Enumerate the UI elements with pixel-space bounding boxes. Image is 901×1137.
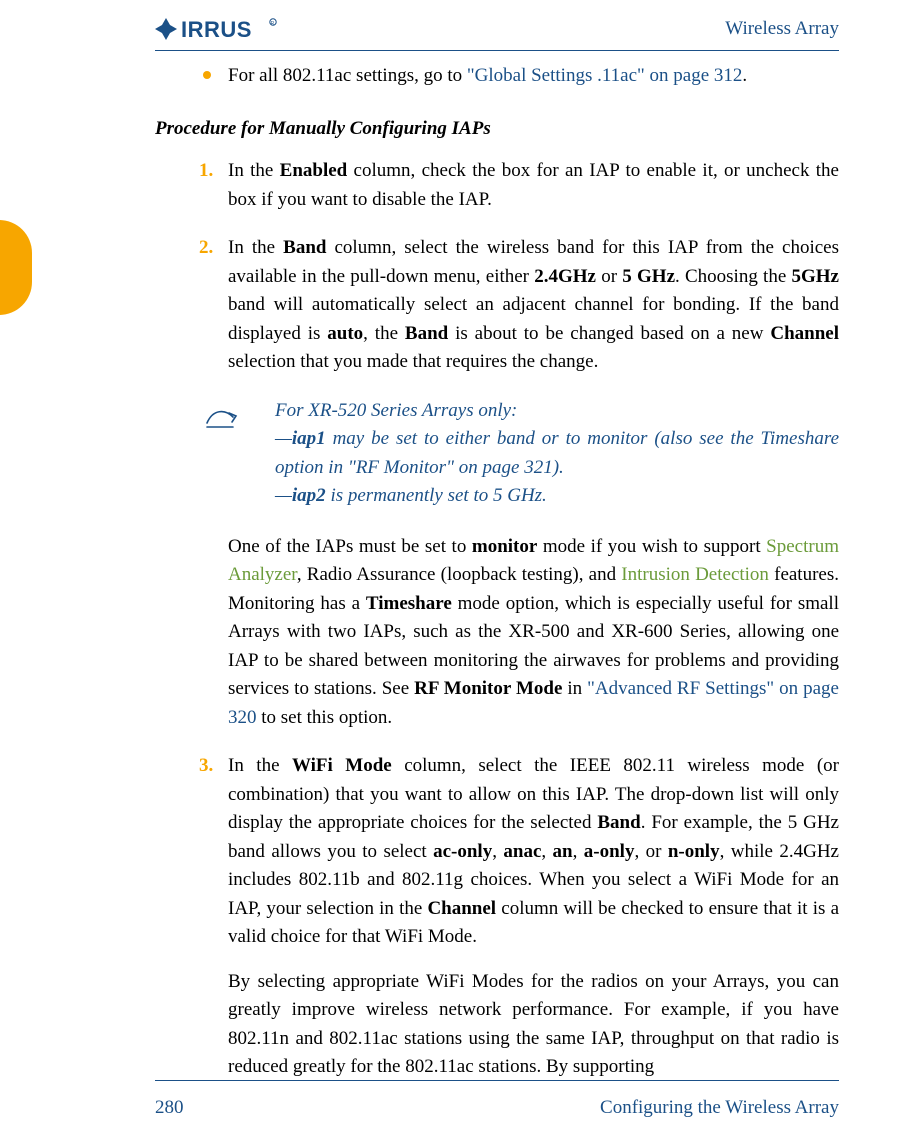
text-bold: Timeshare <box>366 593 452 614</box>
text: , <box>492 841 503 862</box>
side-tab <box>0 220 32 315</box>
text-bold: Band <box>597 812 640 833</box>
text-bold: 5GHz <box>792 266 840 287</box>
procedure-heading: Procedure for Manually Configuring IAPs <box>155 115 839 144</box>
text: or <box>596 266 622 287</box>
text: mode if you wish to support <box>537 536 766 557</box>
text: In the <box>228 755 292 776</box>
text: , the <box>363 323 405 344</box>
intro-link[interactable]: "Global Settings .11ac" on page 312 <box>467 65 742 86</box>
text: to set this option. <box>257 707 393 728</box>
bullet-icon <box>203 71 211 79</box>
text-bold: Channel <box>770 323 839 344</box>
note-bold: iap1 <box>292 428 326 449</box>
note-icon <box>203 403 239 441</box>
link-intrusion-detection[interactable]: Intrusion Detection <box>621 564 769 585</box>
text: , <box>541 841 552 862</box>
note-text: is permanently set to 5 GHz. <box>326 485 547 506</box>
text: , or <box>634 841 667 862</box>
text-bold: anac <box>503 841 541 862</box>
text-bold: n-only <box>668 841 720 862</box>
text: In the <box>228 160 280 181</box>
text-bold: an <box>553 841 573 862</box>
svg-text:R: R <box>271 21 275 27</box>
header-rule <box>155 50 839 51</box>
text: One of the IAPs must be set to <box>228 536 472 557</box>
text-bold: 5 GHz <box>622 266 675 287</box>
step-3: 3. In the WiFi Mode column, select the I… <box>155 752 839 1082</box>
step-2-continued: One of the IAPs must be set to monitor m… <box>155 533 839 733</box>
step-1-number: 1. <box>199 157 213 186</box>
text: selection that you made that requires th… <box>228 351 598 372</box>
text-bold: a-only <box>584 841 635 862</box>
note-text: may be set to either band or to monitor … <box>275 428 839 478</box>
note-dash: — <box>275 428 292 449</box>
text: In the <box>228 237 283 258</box>
note-line-1: For XR-520 Series Arrays only: <box>275 397 839 426</box>
intro-prefix: For all 802.11ac settings, go to <box>228 65 467 86</box>
footer-rule <box>155 1080 839 1081</box>
page-number: 280 <box>155 1097 184 1119</box>
intro-suffix: . <box>742 65 747 86</box>
text-bold: Band <box>283 237 326 258</box>
text-bold: WiFi Mode <box>292 755 392 776</box>
text: , Radio Assurance (loopback testing), an… <box>297 564 621 585</box>
text-bold: Channel <box>427 898 496 919</box>
text-bold: Enabled <box>280 160 348 181</box>
header-title: Wireless Array <box>725 18 839 40</box>
brand-logo: IRRUS R <box>155 16 305 42</box>
step-2: 2. In the Band column, select the wirele… <box>155 234 839 377</box>
text-bold: auto <box>327 323 363 344</box>
note-bold: iap2 <box>292 485 326 506</box>
note-block: For XR-520 Series Arrays only: —iap1 may… <box>155 397 839 511</box>
step-3-number: 3. <box>199 752 213 781</box>
text-bold: monitor <box>472 536 537 557</box>
text-bold: 2.4GHz <box>534 266 596 287</box>
note-dash: — <box>275 485 292 506</box>
text: is about to be changed based on a new <box>448 323 770 344</box>
footer-section: Configuring the Wireless Array <box>600 1097 839 1119</box>
step-2-number: 2. <box>199 234 213 263</box>
step-1: 1. In the Enabled column, check the box … <box>155 157 839 214</box>
text: By selecting appropriate WiFi Modes for … <box>228 971 839 1078</box>
text: . Choosing the <box>675 266 792 287</box>
text-bold: RF Monitor Mode <box>414 678 562 699</box>
svg-text:IRRUS: IRRUS <box>181 17 252 42</box>
text: , <box>573 841 584 862</box>
text-bold: ac-only <box>433 841 492 862</box>
intro-bullet: For all 802.11ac settings, go to "Global… <box>155 62 839 91</box>
text: in <box>562 678 587 699</box>
text-bold: Band <box>405 323 448 344</box>
